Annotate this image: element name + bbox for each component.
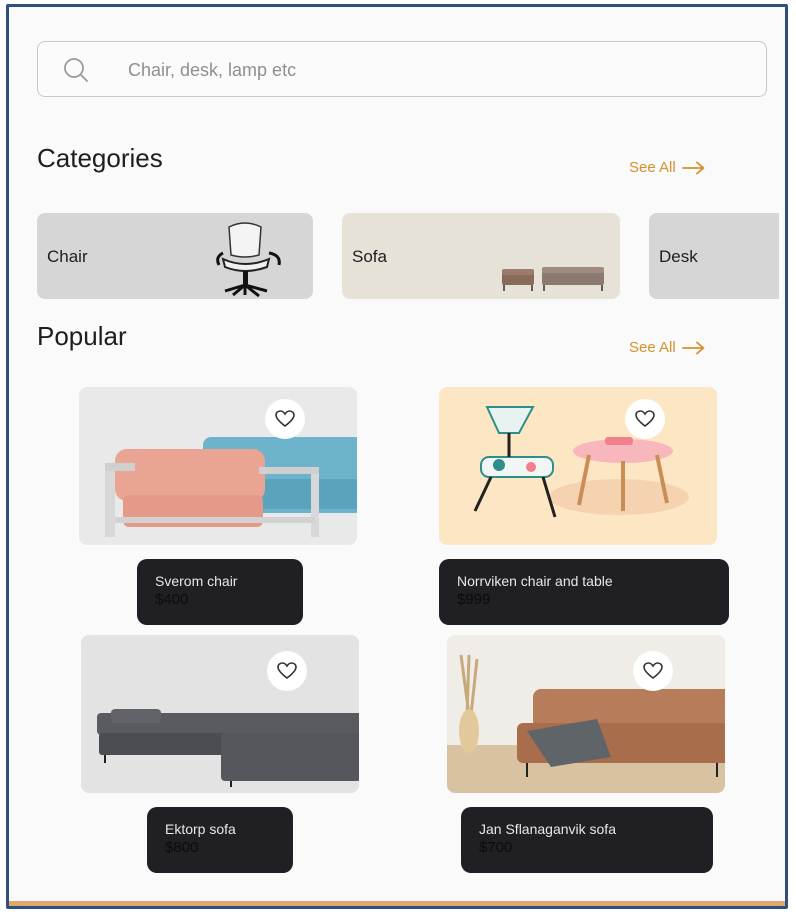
product-price: $400	[155, 591, 189, 608]
product-card-jan-sflanaganvik-sofa[interactable]: Jan Sflanaganvik sofa $700	[461, 807, 713, 873]
product-card-sverom-chair[interactable]: Sverom chair $400	[137, 559, 303, 625]
search-bar[interactable]	[37, 41, 767, 97]
search-icon	[64, 58, 88, 82]
heart-icon	[635, 410, 655, 428]
heart-icon	[277, 662, 297, 680]
see-all-label: See All	[629, 339, 676, 356]
product-image-jan-sflanaganvik-sofa[interactable]	[447, 635, 725, 793]
category-label: Chair	[47, 247, 88, 266]
arrow-right-icon	[681, 341, 705, 354]
category-card-desk[interactable]: Desk	[649, 213, 779, 299]
heart-icon	[643, 662, 663, 680]
arrow-right-icon	[681, 161, 705, 174]
armchair-image	[105, 437, 357, 537]
product-name: Jan Sflanaganvik sofa	[479, 821, 616, 837]
category-card-chair[interactable]: Chair	[37, 213, 313, 299]
product-price: $700	[479, 839, 513, 856]
leather-sofa-image	[447, 654, 725, 793]
chair-and-table-image	[473, 406, 689, 518]
popular-title: Popular	[37, 321, 127, 351]
product-image-norrviken[interactable]	[439, 387, 717, 545]
product-price: $800	[165, 839, 199, 856]
sofa-image	[502, 267, 604, 291]
app-screen: Categories See All Chair Sofa	[6, 4, 788, 909]
product-card-norrviken[interactable]: Norrviken chair and table $999	[439, 559, 729, 625]
see-all-label: See All	[629, 159, 676, 176]
favorite-button[interactable]	[625, 399, 665, 439]
bottom-accent-bar	[9, 901, 785, 906]
favorite-button[interactable]	[265, 399, 305, 439]
popular-see-all-link[interactable]: See All	[629, 339, 706, 356]
product-image-ektorp-sofa[interactable]	[81, 635, 359, 793]
category-card-sofa[interactable]: Sofa	[342, 213, 620, 299]
product-name: Ektorp sofa	[165, 821, 236, 837]
heart-icon	[275, 410, 295, 428]
categories-see-all-link[interactable]: See All	[629, 159, 706, 176]
search-input[interactable]	[126, 52, 730, 88]
favorite-button[interactable]	[267, 651, 307, 691]
product-name: Sverom chair	[155, 573, 238, 589]
product-name: Norrviken chair and table	[457, 573, 613, 589]
category-label: Sofa	[352, 247, 387, 266]
sectional-sofa-image	[97, 709, 359, 787]
category-label: Desk	[659, 247, 698, 266]
office-chair-image	[216, 222, 281, 298]
categories-title: Categories	[37, 143, 163, 173]
product-card-ektorp-sofa[interactable]: Ektorp sofa $800	[147, 807, 293, 873]
product-image-sverom-chair[interactable]	[79, 387, 357, 545]
favorite-button[interactable]	[633, 651, 673, 691]
product-price: $999	[457, 591, 491, 608]
